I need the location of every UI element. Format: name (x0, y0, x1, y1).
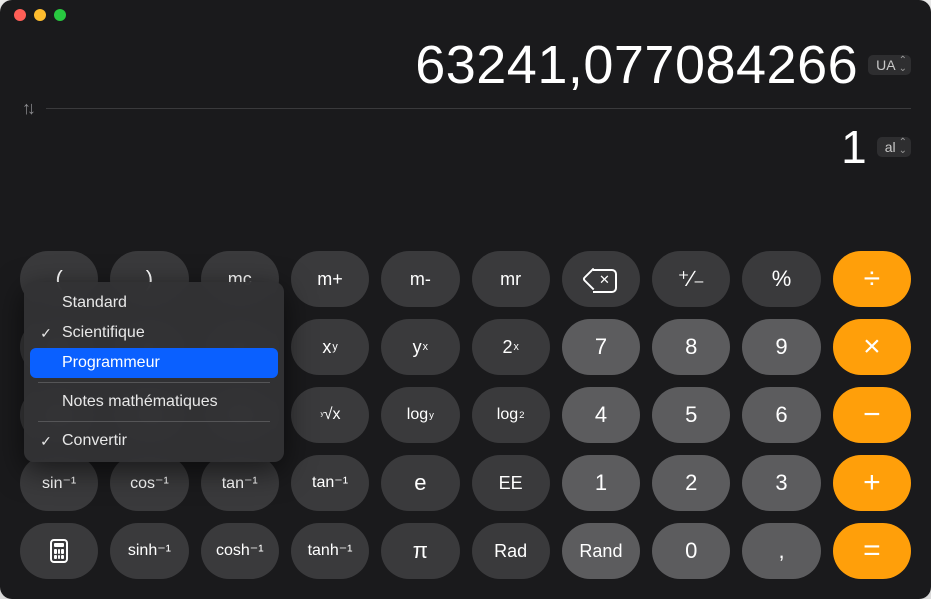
sin-inverse-key[interactable]: sin⁻¹ (20, 455, 98, 511)
label-sup: y (332, 341, 337, 353)
label: log (497, 406, 518, 424)
digit-1-key[interactable]: 1 (562, 455, 640, 511)
menu-item-convert[interactable]: ✓ Convertir (30, 426, 278, 456)
rand-key[interactable]: Rand (562, 523, 640, 579)
log-y-key[interactable]: logy (381, 387, 459, 443)
display-divider (46, 108, 911, 109)
digit-0-key[interactable]: 0 (652, 523, 730, 579)
label-inv: ⁻¹ (157, 541, 171, 561)
label: √x (324, 406, 341, 424)
label: 2 (502, 337, 512, 358)
plus-key[interactable]: + (833, 455, 911, 511)
backspace-key[interactable]: ✕ (562, 251, 640, 307)
label: y (413, 337, 422, 358)
digit-4-key[interactable]: 4 (562, 387, 640, 443)
swap-icon[interactable]: ↑↓ (20, 98, 32, 119)
unit-to-label: al (885, 139, 896, 155)
menu-item-standard[interactable]: Standard (30, 288, 278, 318)
divide-key[interactable]: ÷ (833, 251, 911, 307)
label-sub: y (429, 410, 434, 421)
unit-from-selector[interactable]: UA ⌃⌄ (868, 55, 911, 75)
menu-item-label: Notes mathématiques (62, 393, 218, 411)
display-area: 63241,077084266 UA ⌃⌄ ↑↓ 1 al ⌃⌄ (0, 30, 931, 174)
memory-subtract-key[interactable]: m- (381, 251, 459, 307)
equals-key[interactable]: = (833, 523, 911, 579)
digit-9-key[interactable]: 9 (742, 319, 820, 375)
digit-8-key[interactable]: 8 (652, 319, 730, 375)
digit-2-key[interactable]: 2 (652, 455, 730, 511)
display-secondary: 1 (841, 120, 867, 174)
e-key[interactable]: e (381, 455, 459, 511)
menu-item-math-notes[interactable]: Notes mathématiques (30, 387, 278, 417)
memory-recall-key[interactable]: mr (472, 251, 550, 307)
tanh-inverse-key[interactable]: tanh⁻¹ (291, 523, 369, 579)
menu-separator (38, 421, 270, 422)
digit-7-key[interactable]: 7 (562, 319, 640, 375)
label: x (322, 337, 331, 358)
menu-item-scientific[interactable]: ✓ Scientifique (30, 318, 278, 348)
calculator-window: 63241,077084266 UA ⌃⌄ ↑↓ 1 al ⌃⌄ ( ) mc … (0, 0, 931, 599)
y-root-x-key[interactable]: ʸ√x (291, 387, 369, 443)
x-power-y-key[interactable]: xy (291, 319, 369, 375)
label-inv: ⁻¹ (334, 473, 348, 493)
display-primary: 63241,077084266 (415, 34, 858, 96)
label: cosh (216, 542, 250, 560)
two-power-x-key[interactable]: 2x (472, 319, 550, 375)
close-window-button[interactable] (14, 9, 26, 21)
label: log (407, 406, 428, 424)
memory-add-key[interactable]: m+ (291, 251, 369, 307)
multiply-key[interactable]: × (833, 319, 911, 375)
rad-key[interactable]: Rad (472, 523, 550, 579)
label-sup: x (423, 341, 428, 353)
menu-item-label: Scientifique (62, 324, 145, 342)
zoom-window-button[interactable] (54, 9, 66, 21)
tan-inverse-key[interactable]: tan⁻¹ (291, 455, 369, 511)
y-power-x-key[interactable]: yx (381, 319, 459, 375)
minimize-window-button[interactable] (34, 9, 46, 21)
percent-key[interactable]: % (742, 251, 820, 307)
mode-menu: Standard ✓ Scientifique Programmeur Note… (24, 282, 284, 462)
ee-key[interactable]: EE (472, 455, 550, 511)
label-inv: ⁻¹ (250, 541, 264, 561)
decimal-key[interactable]: , (742, 523, 820, 579)
label: tanh (308, 542, 339, 560)
chevron-updown-icon: ⌃⌄ (899, 139, 907, 155)
titlebar (0, 0, 931, 30)
check-icon: ✓ (38, 325, 54, 342)
cos-inverse-key[interactable]: cos⁻¹ (110, 455, 188, 511)
backspace-icon: ✕ (587, 269, 615, 289)
menu-separator (38, 382, 270, 383)
minus-key[interactable]: − (833, 387, 911, 443)
menu-item-label: Programmeur (62, 354, 160, 372)
unit-from-label: UA (876, 57, 895, 73)
sign-toggle-key[interactable]: ⁺∕₋ (652, 251, 730, 307)
calculator-icon (50, 539, 68, 563)
sinh-inverse-key[interactable]: sinh⁻¹ (110, 523, 188, 579)
tan-inverse-key-hidden[interactable]: tan⁻¹ (201, 455, 279, 511)
digit-6-key[interactable]: 6 (742, 387, 820, 443)
unit-to-selector[interactable]: al ⌃⌄ (877, 137, 911, 157)
digit-5-key[interactable]: 5 (652, 387, 730, 443)
calculator-mode-key[interactable] (20, 523, 98, 579)
log2-key[interactable]: log2 (472, 387, 550, 443)
label-sup: x (513, 341, 518, 353)
label-sub: 2 (519, 410, 524, 421)
label-inv: ⁻¹ (339, 541, 353, 561)
menu-item-label: Convertir (62, 432, 127, 450)
pi-key[interactable]: π (381, 523, 459, 579)
label: tan (312, 474, 334, 492)
cosh-inverse-key[interactable]: cosh⁻¹ (201, 523, 279, 579)
chevron-updown-icon: ⌃⌄ (899, 57, 907, 73)
menu-item-programmer[interactable]: Programmeur (30, 348, 278, 378)
digit-3-key[interactable]: 3 (742, 455, 820, 511)
label: sinh (128, 542, 157, 560)
check-icon: ✓ (38, 433, 54, 450)
menu-item-label: Standard (62, 294, 127, 312)
